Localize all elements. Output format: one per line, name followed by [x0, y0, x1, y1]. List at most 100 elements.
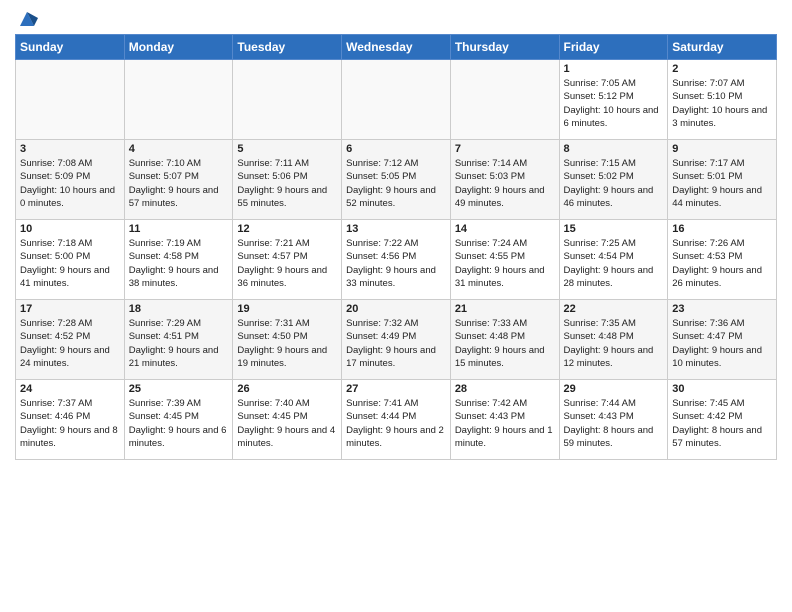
day-number: 25 — [129, 383, 229, 395]
day-info: Sunrise: 7:14 AM Sunset: 5:03 PM Dayligh… — [455, 157, 555, 210]
calendar-cell: 21 Sunrise: 7:33 AM Sunset: 4:48 PM Dayli… — [450, 300, 559, 380]
day-info: Sunrise: 7:32 AM Sunset: 4:49 PM Dayligh… — [346, 317, 446, 370]
weekday-header: Saturday — [668, 35, 777, 60]
day-info: Sunrise: 7:21 AM Sunset: 4:57 PM Dayligh… — [237, 237, 337, 290]
calendar-cell: 29 Sunrise: 7:44 AM Sunset: 4:43 PM Dayli… — [559, 380, 668, 460]
calendar-cell: 11 Sunrise: 7:19 AM Sunset: 4:58 PM Dayli… — [124, 220, 233, 300]
calendar-cell: 18 Sunrise: 7:29 AM Sunset: 4:51 PM Dayli… — [124, 300, 233, 380]
calendar-cell: 7 Sunrise: 7:14 AM Sunset: 5:03 PM Daylig… — [450, 140, 559, 220]
calendar-cell: 27 Sunrise: 7:41 AM Sunset: 4:44 PM Dayli… — [342, 380, 451, 460]
calendar-cell: 25 Sunrise: 7:39 AM Sunset: 4:45 PM Dayli… — [124, 380, 233, 460]
day-number: 27 — [346, 383, 446, 395]
weekday-header: Wednesday — [342, 35, 451, 60]
calendar-cell — [450, 60, 559, 140]
calendar-cell: 1 Sunrise: 7:05 AM Sunset: 5:12 PM Daylig… — [559, 60, 668, 140]
calendar-cell: 10Sunrise: 7:18 AM Sunset: 5:00 PM Dayli… — [16, 220, 125, 300]
calendar-table: SundayMondayTuesdayWednesdayThursdayFrid… — [15, 34, 777, 460]
calendar-week-row: 1 Sunrise: 7:05 AM Sunset: 5:12 PM Daylig… — [16, 60, 777, 140]
day-number: 14 — [455, 223, 555, 235]
day-info: Sunrise: 7:26 AM Sunset: 4:53 PM Dayligh… — [672, 237, 772, 290]
calendar-cell: 6Sunrise: 7:12 AM Sunset: 5:05 PM Daylig… — [342, 140, 451, 220]
day-info: Sunrise: 7:33 AM Sunset: 4:48 PM Dayligh… — [455, 317, 555, 370]
day-info: Sunrise: 7:39 AM Sunset: 4:45 PM Dayligh… — [129, 397, 229, 450]
day-number: 21 — [455, 303, 555, 315]
calendar-cell: 15 Sunrise: 7:25 AM Sunset: 4:54 PM Dayli… — [559, 220, 668, 300]
day-info: Sunrise: 7:36 AM Sunset: 4:47 PM Dayligh… — [672, 317, 772, 370]
header — [15, 10, 777, 26]
day-number: 15 — [564, 223, 664, 235]
calendar-cell: 3Sunrise: 7:08 AM Sunset: 5:09 PM Daylig… — [16, 140, 125, 220]
day-number: 19 — [237, 303, 337, 315]
calendar-cell: 5 Sunrise: 7:11 AM Sunset: 5:06 PM Daylig… — [233, 140, 342, 220]
page-container: SundayMondayTuesdayWednesdayThursdayFrid… — [0, 0, 792, 470]
day-number: 17 — [20, 303, 120, 315]
day-number: 11 — [129, 223, 229, 235]
day-info: Sunrise: 7:42 AM Sunset: 4:43 PM Dayligh… — [455, 397, 555, 450]
day-info: Sunrise: 7:22 AM Sunset: 4:56 PM Dayligh… — [346, 237, 446, 290]
day-info: Sunrise: 7:37 AM Sunset: 4:46 PM Dayligh… — [20, 397, 120, 450]
day-number: 24 — [20, 383, 120, 395]
day-number: 12 — [237, 223, 337, 235]
day-info: Sunrise: 7:35 AM Sunset: 4:48 PM Dayligh… — [564, 317, 664, 370]
day-info: Sunrise: 7:41 AM Sunset: 4:44 PM Dayligh… — [346, 397, 446, 450]
calendar-cell — [233, 60, 342, 140]
day-number: 7 — [455, 143, 555, 155]
logo-icon — [16, 8, 38, 30]
day-info: Sunrise: 7:44 AM Sunset: 4:43 PM Dayligh… — [564, 397, 664, 450]
calendar-cell — [16, 60, 125, 140]
day-number: 5 — [237, 143, 337, 155]
calendar-cell: 30Sunrise: 7:45 AM Sunset: 4:42 PM Dayli… — [668, 380, 777, 460]
day-info: Sunrise: 7:24 AM Sunset: 4:55 PM Dayligh… — [455, 237, 555, 290]
day-number: 16 — [672, 223, 772, 235]
calendar-cell: 2 Sunrise: 7:07 AM Sunset: 5:10 PM Daylig… — [668, 60, 777, 140]
day-number: 3 — [20, 143, 120, 155]
day-number: 26 — [237, 383, 337, 395]
calendar-cell: 26Sunrise: 7:40 AM Sunset: 4:45 PM Dayli… — [233, 380, 342, 460]
day-number: 23 — [672, 303, 772, 315]
calendar-cell: 4 Sunrise: 7:10 AM Sunset: 5:07 PM Daylig… — [124, 140, 233, 220]
day-number: 20 — [346, 303, 446, 315]
calendar-week-row: 24 Sunrise: 7:37 AM Sunset: 4:46 PM Dayli… — [16, 380, 777, 460]
day-number: 4 — [129, 143, 229, 155]
weekday-header: Sunday — [16, 35, 125, 60]
logo-text — [15, 14, 38, 26]
calendar-cell: 12 Sunrise: 7:21 AM Sunset: 4:57 PM Dayli… — [233, 220, 342, 300]
day-info: Sunrise: 7:28 AM Sunset: 4:52 PM Dayligh… — [20, 317, 120, 370]
calendar-cell: 17 Sunrise: 7:28 AM Sunset: 4:52 PM Dayli… — [16, 300, 125, 380]
calendar-cell: 13Sunrise: 7:22 AM Sunset: 4:56 PM Dayli… — [342, 220, 451, 300]
day-info: Sunrise: 7:10 AM Sunset: 5:07 PM Dayligh… — [129, 157, 229, 210]
calendar-cell — [124, 60, 233, 140]
day-number: 29 — [564, 383, 664, 395]
calendar-cell: 28 Sunrise: 7:42 AM Sunset: 4:43 PM Dayli… — [450, 380, 559, 460]
weekday-header: Tuesday — [233, 35, 342, 60]
day-number: 9 — [672, 143, 772, 155]
day-info: Sunrise: 7:07 AM Sunset: 5:10 PM Dayligh… — [672, 77, 772, 130]
day-info: Sunrise: 7:12 AM Sunset: 5:05 PM Dayligh… — [346, 157, 446, 210]
calendar-cell: 23 Sunrise: 7:36 AM Sunset: 4:47 PM Dayli… — [668, 300, 777, 380]
weekday-header: Thursday — [450, 35, 559, 60]
calendar-cell: 9Sunrise: 7:17 AM Sunset: 5:01 PM Daylig… — [668, 140, 777, 220]
day-number: 30 — [672, 383, 772, 395]
day-info: Sunrise: 7:05 AM Sunset: 5:12 PM Dayligh… — [564, 77, 664, 130]
calendar-cell: 19 Sunrise: 7:31 AM Sunset: 4:50 PM Dayli… — [233, 300, 342, 380]
day-info: Sunrise: 7:11 AM Sunset: 5:06 PM Dayligh… — [237, 157, 337, 210]
day-number: 1 — [564, 63, 664, 75]
day-info: Sunrise: 7:25 AM Sunset: 4:54 PM Dayligh… — [564, 237, 664, 290]
day-number: 10 — [20, 223, 120, 235]
calendar-week-row: 10Sunrise: 7:18 AM Sunset: 5:00 PM Dayli… — [16, 220, 777, 300]
calendar-cell: 16 Sunrise: 7:26 AM Sunset: 4:53 PM Dayli… — [668, 220, 777, 300]
day-info: Sunrise: 7:19 AM Sunset: 4:58 PM Dayligh… — [129, 237, 229, 290]
day-number: 2 — [672, 63, 772, 75]
calendar-cell: 20 Sunrise: 7:32 AM Sunset: 4:49 PM Dayli… — [342, 300, 451, 380]
day-info: Sunrise: 7:31 AM Sunset: 4:50 PM Dayligh… — [237, 317, 337, 370]
calendar-week-row: 3Sunrise: 7:08 AM Sunset: 5:09 PM Daylig… — [16, 140, 777, 220]
day-info: Sunrise: 7:29 AM Sunset: 4:51 PM Dayligh… — [129, 317, 229, 370]
calendar-cell — [342, 60, 451, 140]
weekday-header: Monday — [124, 35, 233, 60]
day-number: 18 — [129, 303, 229, 315]
calendar-week-row: 17 Sunrise: 7:28 AM Sunset: 4:52 PM Dayli… — [16, 300, 777, 380]
logo — [15, 14, 38, 26]
day-number: 28 — [455, 383, 555, 395]
weekday-header: Friday — [559, 35, 668, 60]
day-number: 22 — [564, 303, 664, 315]
